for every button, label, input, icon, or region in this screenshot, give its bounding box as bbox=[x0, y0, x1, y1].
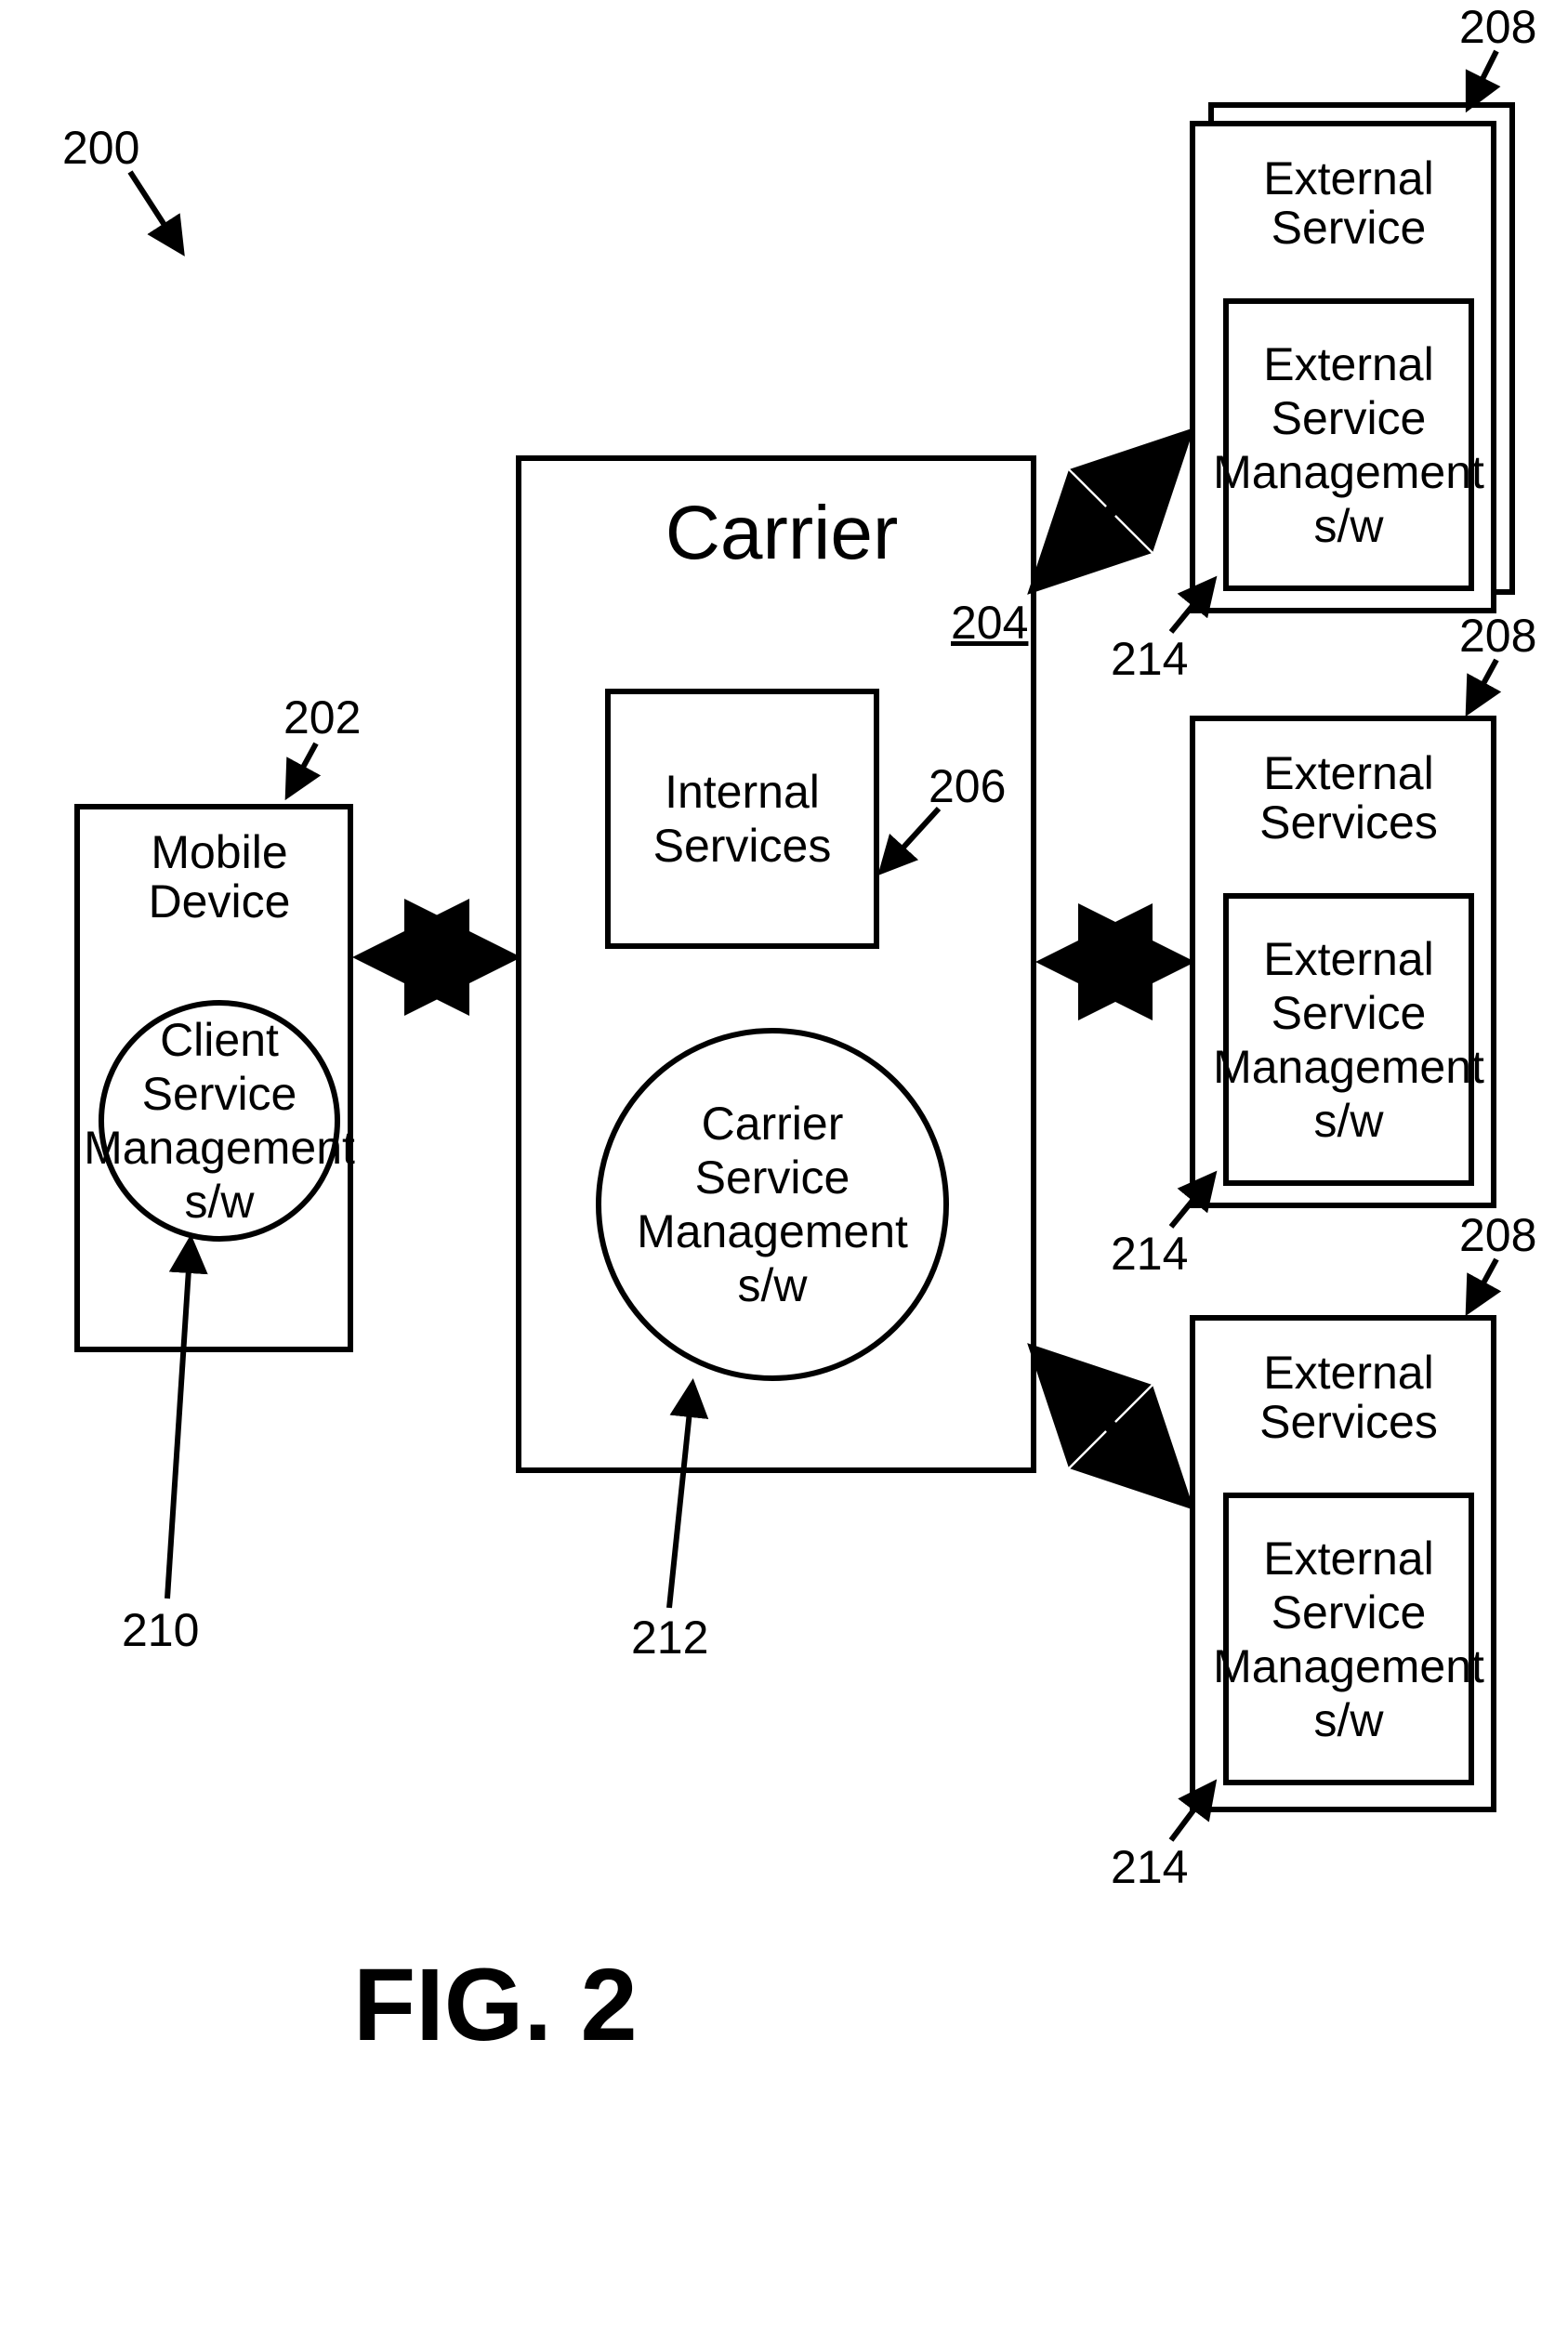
ptr-208-c bbox=[1469, 1259, 1496, 1310]
client-sw-circle: Client Service Management s/w bbox=[99, 1000, 340, 1242]
ref-208-c: 208 bbox=[1459, 1208, 1536, 1262]
ptr-200 bbox=[130, 172, 181, 251]
ext-sw-c-label: External Service Management s/w bbox=[1229, 1498, 1469, 1780]
internal-services-label: Internal Services bbox=[611, 694, 874, 943]
ext-service-a-title: External Service bbox=[1195, 154, 1502, 252]
ext-sw-c-box: External Service Management s/w bbox=[1223, 1493, 1474, 1785]
ext-sw-b-label: External Service Management s/w bbox=[1229, 899, 1469, 1180]
ext-service-c-box: External Services External Service Manag… bbox=[1190, 1315, 1496, 1812]
ext-service-a-box: External Service External Service Manage… bbox=[1190, 121, 1496, 613]
ref-202: 202 bbox=[283, 691, 361, 744]
internal-services-box: Internal Services bbox=[605, 689, 879, 949]
ref-208-b: 208 bbox=[1459, 609, 1536, 663]
conn-carrier-ext-c bbox=[1041, 1357, 1180, 1496]
carrier-sw-label: Carrier Service Management s/w bbox=[601, 1033, 943, 1375]
ext-sw-a-box: External Service Management s/w bbox=[1223, 298, 1474, 591]
ref-214-b: 214 bbox=[1111, 1227, 1188, 1281]
ref-208-a: 208 bbox=[1459, 0, 1536, 54]
mobile-device-title: Mobile Device bbox=[80, 828, 359, 926]
ref-204-inline: 204 bbox=[951, 596, 1028, 650]
ext-service-c-title: External Services bbox=[1195, 1349, 1502, 1446]
ext-sw-b-box: External Service Management s/w bbox=[1223, 893, 1474, 1186]
ext-service-b-title: External Services bbox=[1195, 749, 1502, 847]
ptr-202 bbox=[288, 743, 316, 795]
conn-carrier-ext-a bbox=[1041, 441, 1180, 581]
client-sw-label: Client Service Management s/w bbox=[104, 1006, 335, 1236]
ref-214-c: 214 bbox=[1111, 1840, 1188, 1894]
ptr-208-a bbox=[1469, 51, 1496, 107]
diagram-canvas: Mobile Device Client Service Management … bbox=[0, 0, 1568, 2342]
ext-service-b-box: External Services External Service Manag… bbox=[1190, 716, 1496, 1208]
ref-206: 206 bbox=[929, 759, 1006, 813]
ptr-208-b bbox=[1469, 660, 1496, 711]
ext-sw-a-label: External Service Management s/w bbox=[1229, 304, 1469, 586]
carrier-box: Carrier 204 Internal Services Carrier Se… bbox=[516, 455, 1036, 1473]
mobile-device-box: Mobile Device Client Service Management … bbox=[74, 804, 353, 1352]
ref-210: 210 bbox=[122, 1603, 199, 1657]
carrier-sw-circle: Carrier Service Management s/w bbox=[596, 1028, 949, 1381]
ref-200: 200 bbox=[62, 121, 139, 175]
ref-212: 212 bbox=[631, 1611, 708, 1664]
figure-label: FIG. 2 bbox=[353, 1952, 638, 2059]
ref-214-a: 214 bbox=[1111, 632, 1188, 686]
carrier-title: Carrier bbox=[521, 493, 1042, 573]
